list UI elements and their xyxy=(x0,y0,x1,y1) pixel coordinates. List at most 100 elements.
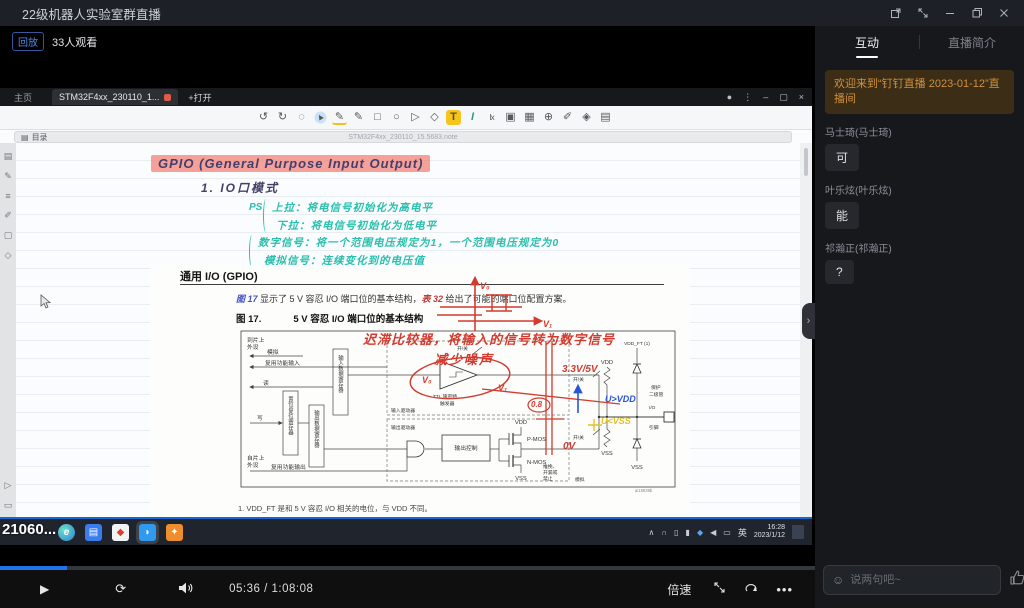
notebook-panel-icon[interactable]: ▤ xyxy=(4,151,13,162)
redo-icon[interactable]: ↻ xyxy=(275,110,290,125)
taskbar-dingtalk-icon[interactable]: ◗ xyxy=(139,524,156,541)
tray-network-icon[interactable]: ▭ xyxy=(723,528,731,537)
close-icon[interactable] xyxy=(994,4,1014,22)
app-menu-icon[interactable]: ⋮ xyxy=(743,88,752,106)
popout-icon[interactable] xyxy=(886,4,906,22)
eraser-tool-icon[interactable]: ◈ xyxy=(579,110,594,125)
outline-panel-icon[interactable]: ≡ xyxy=(5,191,10,201)
figure-caption: 图 17. 5 V 容忍 I/O 端口位的基本结构 xyxy=(236,311,423,325)
chat-input[interactable] xyxy=(850,574,992,586)
document-filename: STM32F4xx_230110_15.5683.note xyxy=(15,134,791,141)
section-title: 通用 I/O (GPIO) xyxy=(180,268,258,284)
image-tool-icon[interactable]: ▦ xyxy=(522,110,537,125)
like-button[interactable] xyxy=(1009,569,1024,591)
undo-icon[interactable]: ↺ xyxy=(256,110,271,125)
tray-clipboard-icon[interactable]: ▯ xyxy=(674,528,678,537)
italic-text-tool-icon[interactable]: I xyxy=(465,110,480,125)
ime-indicator[interactable]: 英 xyxy=(738,526,747,539)
emoji-icon[interactable]: ☺ xyxy=(832,573,844,587)
tab-live-intro[interactable]: 直播简介 xyxy=(920,34,1024,51)
scrollbar-thumb[interactable] xyxy=(804,148,808,176)
tab-interaction[interactable]: 互动 xyxy=(815,34,919,51)
taskbar-reader-icon[interactable]: ◆ xyxy=(112,524,129,541)
tray-expand-icon[interactable]: ∧ xyxy=(649,528,655,537)
taskbar-docs-icon[interactable]: ▤ xyxy=(85,524,102,541)
mouse-cursor xyxy=(40,294,51,309)
tray-volume-icon[interactable]: ◀ xyxy=(710,528,716,537)
ellipse-tool-icon[interactable]: ○ xyxy=(389,110,404,125)
fullscreen-icon[interactable] xyxy=(913,4,933,22)
svg-text:P-MOS: P-MOS xyxy=(527,437,546,443)
sidebar-collapse-handle[interactable]: › xyxy=(802,303,815,339)
pen-tool-icon[interactable]: ✎ xyxy=(332,110,347,125)
brush-panel-icon[interactable]: ✐ xyxy=(4,210,12,221)
layout-panel-icon[interactable]: ▭ xyxy=(4,500,13,511)
taskbar-edge-icon[interactable]: e xyxy=(58,524,75,541)
speed-button[interactable]: 倍速 xyxy=(667,581,691,598)
rotate-screen-button[interactable] xyxy=(744,582,758,597)
tag-panel-icon[interactable]: ◇ xyxy=(5,250,12,261)
handwritten-pulldown-line: 下拉：将电信号初始化为低电平 xyxy=(276,218,437,233)
tray-app-icon[interactable]: ◆ xyxy=(697,528,703,537)
chat-input-container[interactable]: ☺ xyxy=(823,565,1001,595)
web-tool-icon[interactable]: ⊕ xyxy=(541,110,556,125)
more-options-button[interactable]: ••• xyxy=(776,582,793,597)
svg-text:I/O: I/O xyxy=(649,405,656,411)
tab-home[interactable]: 主页 xyxy=(14,91,32,104)
app-account-icon[interactable]: ● xyxy=(727,88,732,106)
app-close-icon[interactable]: × xyxy=(799,88,804,106)
tab-close-icon[interactable] xyxy=(164,94,171,101)
reload-button[interactable]: ⟳ xyxy=(115,581,126,597)
page-panel-icon[interactable]: ▢ xyxy=(4,230,13,241)
text-style-tool-icon[interactable]: Ix xyxy=(484,110,499,125)
notebook-tool-icon[interactable]: ▤ xyxy=(598,110,613,125)
marker-tool-icon[interactable]: ✐ xyxy=(560,110,575,125)
bookmark-panel-icon[interactable]: ✎ xyxy=(4,171,12,182)
video-player-area[interactable]: 回放 33人观看 主页 STM32F4xx_230110_1... +打开 ●⋮… xyxy=(0,26,815,608)
taskbar-date: 2023/1/12 xyxy=(754,532,785,539)
lasso-icon[interactable]: ◌ xyxy=(294,110,309,125)
rect-tool-icon[interactable]: □ xyxy=(370,110,385,125)
svg-text:TTL 施密特: TTL 施密特 xyxy=(433,393,457,400)
figure-footnote: 1. VDD_FT 是和 5 V 容忍 I/O 相关的电位，与 VDD 不同。 xyxy=(238,503,432,514)
svg-text:开漏或: 开漏或 xyxy=(543,469,558,476)
textbox-tool-icon[interactable]: ▣ xyxy=(503,110,518,125)
svg-text:触发器: 触发器 xyxy=(440,400,455,407)
minimize-icon[interactable] xyxy=(940,4,960,22)
paragraph-text: 给出了可能的端口位配置方案。 xyxy=(443,294,572,304)
triangle-tool-icon[interactable]: ▷ xyxy=(408,110,423,125)
tray-battery-icon[interactable]: ▮ xyxy=(686,528,690,537)
dingtalk-live-window: 22级机器人实验室群直播 回放 33人观看 主页 xyxy=(0,0,1024,608)
play-button[interactable]: ▶ xyxy=(40,582,49,596)
figure-caption-title: 5 V 容忍 I/O 端口位的基本结构 xyxy=(293,314,423,325)
stream-watermark: 21060... xyxy=(2,521,56,538)
app-minimize-icon[interactable]: – xyxy=(763,88,768,106)
handwritten-pullup-line: 上拉：将电信号初始化为高电平 xyxy=(272,200,433,215)
volume-button[interactable] xyxy=(178,582,193,597)
app-maximize-icon[interactable]: ▢ xyxy=(779,88,788,106)
chat-message: 马士琦(马士琦) 可 xyxy=(825,124,1014,171)
windows-taskbar: e ▤ ◆ ◗ ✦ ∧ ∩ ▯ ▮ ◆ ◀ ▭ 英 16:28 2023/1/12 xyxy=(0,517,812,545)
chat-sender-name: 马士琦(马士琦) xyxy=(825,124,1014,139)
hand-tool-icon[interactable]: ▷ xyxy=(5,480,12,491)
tray-headset-icon[interactable]: ∩ xyxy=(661,528,667,537)
chat-message-list[interactable]: 马士琦(马士琦) 可 叶乐炫(叶乐炫) 能 祁瀚正(祁瀚正) ? xyxy=(815,114,1024,560)
maximize-icon[interactable] xyxy=(967,4,987,22)
text-tool-icon[interactable]: T xyxy=(446,110,461,125)
taskbar-clock[interactable]: 16:28 2023/1/12 xyxy=(754,524,785,540)
green-bracket xyxy=(249,235,255,268)
viewer-count: 33人观看 xyxy=(52,34,97,50)
pencil-tool-icon[interactable]: ✎ xyxy=(351,110,366,125)
fullscreen-button[interactable] xyxy=(713,581,726,597)
notification-center-icon[interactable] xyxy=(792,525,804,539)
tab-document[interactable]: STM32F4xx_230110_1... xyxy=(52,89,178,105)
open-file-button[interactable]: +打开 xyxy=(188,91,211,104)
red-annotation-line1: 迟滞比较器，将输入的信号转为数字信号 xyxy=(363,329,615,348)
toc-bar[interactable]: ▤ 目录 STM32F4xx_230110_15.5683.note xyxy=(14,131,792,143)
figure-caption-label: 图 17. xyxy=(236,314,261,325)
polygon-tool-icon[interactable]: ◇ xyxy=(427,110,442,125)
cursor-tool-icon[interactable]: ▲ xyxy=(312,109,329,126)
taskbar-time: 16:28 xyxy=(767,524,785,531)
taskbar-office-icon[interactable]: ✦ xyxy=(166,524,183,541)
annotation-threshold: 0.8 xyxy=(531,400,542,409)
